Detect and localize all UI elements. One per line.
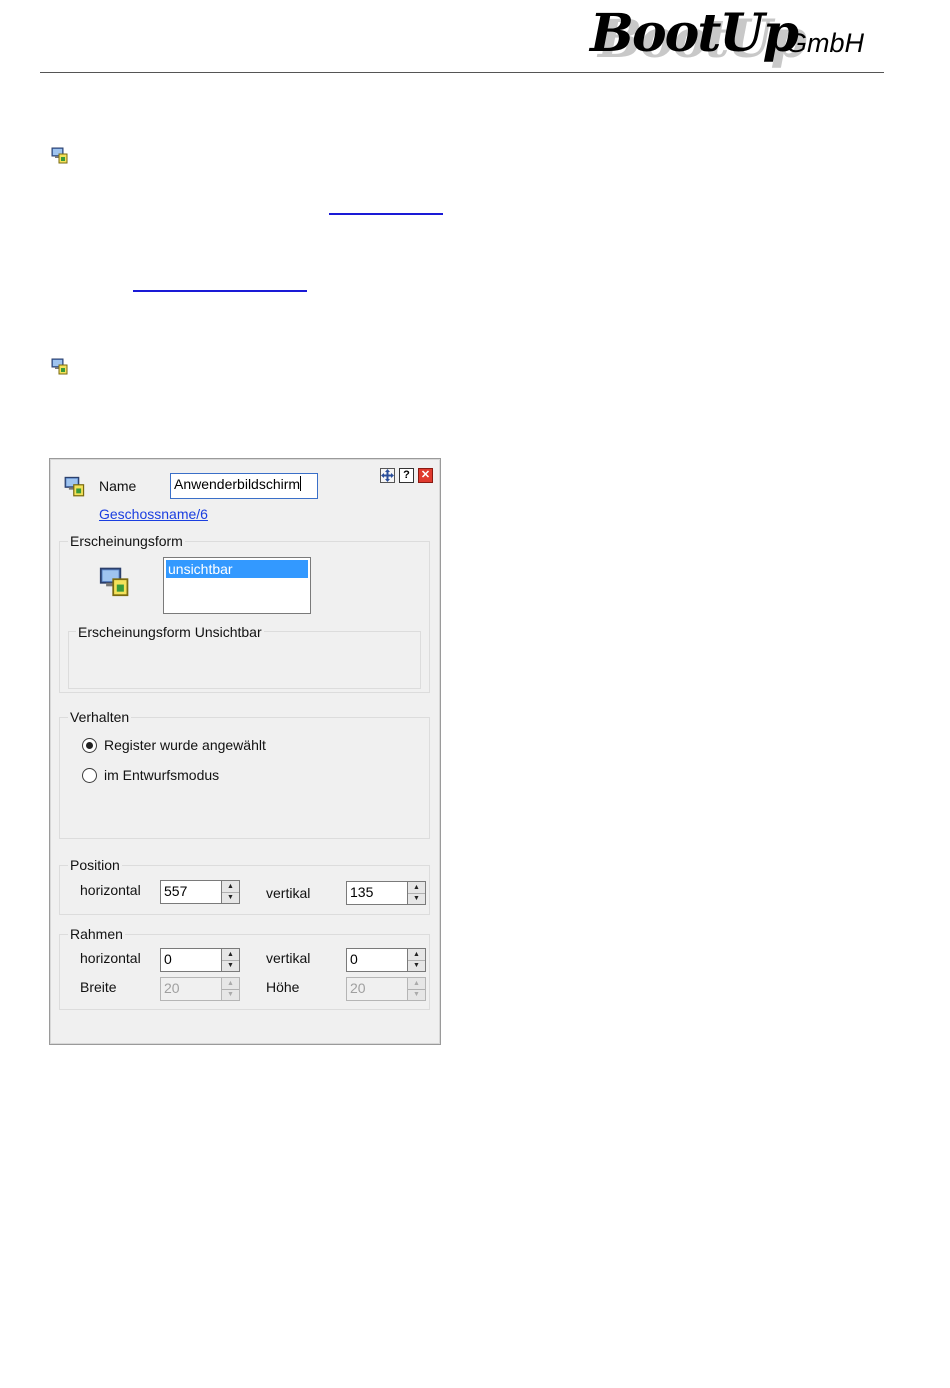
text-caret xyxy=(300,476,302,491)
frame-height-stepper: 20 ▲ ▼ xyxy=(346,977,426,1001)
stepper-down-icon[interactable]: ▼ xyxy=(222,960,239,971)
appearance-group-title: Erscheinungsform xyxy=(68,533,185,549)
stepper-buttons[interactable]: ▲ ▼ xyxy=(407,881,426,905)
position-horizontal-input[interactable]: 557 xyxy=(160,880,222,904)
position-vertical-label: vertikal xyxy=(266,885,311,901)
stepper-buttons: ▲ ▼ xyxy=(221,977,240,1001)
radio-register-selected[interactable] xyxy=(82,738,97,753)
frame-vertical-label: vertikal xyxy=(266,950,311,966)
location-link[interactable]: Geschossname/6 xyxy=(99,506,208,522)
close-icon[interactable]: ✕ xyxy=(418,468,433,483)
frame-width-stepper: 20 ▲ ▼ xyxy=(160,977,240,1001)
position-vertical-input[interactable]: 135 xyxy=(346,881,408,905)
logo-suffix: GmbH xyxy=(786,28,865,58)
frame-height-label: Höhe xyxy=(266,979,300,995)
document-link-underline[interactable] xyxy=(329,213,443,215)
appearance-preview-icon xyxy=(99,565,131,600)
position-vertical-stepper[interactable]: 135 ▲ ▼ xyxy=(346,881,426,905)
behavior-group-title: Verhalten xyxy=(68,709,132,725)
name-label: Name xyxy=(99,478,137,494)
appearance-listbox[interactable]: unsichtbar xyxy=(163,557,311,614)
screen-object-icon xyxy=(51,357,69,375)
stepper-buttons: ▲ ▼ xyxy=(407,977,426,1001)
name-input[interactable]: Anwenderbildschirm xyxy=(170,473,318,499)
stepper-down-icon[interactable]: ▼ xyxy=(408,960,425,971)
stepper-down-icon: ▼ xyxy=(227,991,234,998)
appearance-option[interactable]: unsichtbar xyxy=(166,560,308,578)
stepper-buttons[interactable]: ▲ ▼ xyxy=(221,948,240,972)
screen-object-icon xyxy=(51,146,69,164)
properties-dialog: Name Anwenderbildschirm ? ✕ Geschossname… xyxy=(49,458,441,1045)
radio-register-selected-label[interactable]: Register wurde angewählt xyxy=(104,737,266,753)
document-link-underline[interactable] xyxy=(133,290,307,292)
stepper-buttons[interactable]: ▲ ▼ xyxy=(221,880,240,904)
radio-design-mode-label[interactable]: im Entwurfsmodus xyxy=(104,767,219,783)
position-horizontal-label: horizontal xyxy=(80,882,141,898)
name-input-value: Anwenderbildschirm xyxy=(174,476,301,492)
stepper-down-icon[interactable]: ▼ xyxy=(408,893,425,904)
position-horizontal-stepper[interactable]: 557 ▲ ▼ xyxy=(160,880,240,904)
frame-width-input: 20 xyxy=(160,977,222,1001)
help-icon[interactable]: ? xyxy=(399,468,414,483)
frame-horizontal-label: horizontal xyxy=(80,950,141,966)
frame-width-label: Breite xyxy=(80,979,117,995)
radio-dot xyxy=(86,742,93,749)
frame-horizontal-input[interactable]: 0 xyxy=(160,948,222,972)
frame-group-title: Rahmen xyxy=(68,926,125,942)
position-group-title: Position xyxy=(68,857,122,873)
radio-design-mode[interactable] xyxy=(82,768,97,783)
frame-vertical-input[interactable]: 0 xyxy=(346,948,408,972)
stepper-down-icon: ▼ xyxy=(413,991,420,998)
stepper-down-icon[interactable]: ▼ xyxy=(222,892,239,903)
frame-height-input: 20 xyxy=(346,977,408,1001)
frame-horizontal-stepper[interactable]: 0 ▲ ▼ xyxy=(160,948,240,972)
company-logo: BootUp BootUp GmbH xyxy=(590,6,890,68)
screen-object-icon xyxy=(64,475,86,500)
stepper-buttons[interactable]: ▲ ▼ xyxy=(407,948,426,972)
logo-brand: BootUp xyxy=(590,3,799,64)
appearance-detail-title: Erscheinungsform Unsichtbar xyxy=(76,624,264,640)
move-icon[interactable] xyxy=(380,468,395,483)
frame-vertical-stepper[interactable]: 0 ▲ ▼ xyxy=(346,948,426,972)
header-divider xyxy=(40,72,884,73)
